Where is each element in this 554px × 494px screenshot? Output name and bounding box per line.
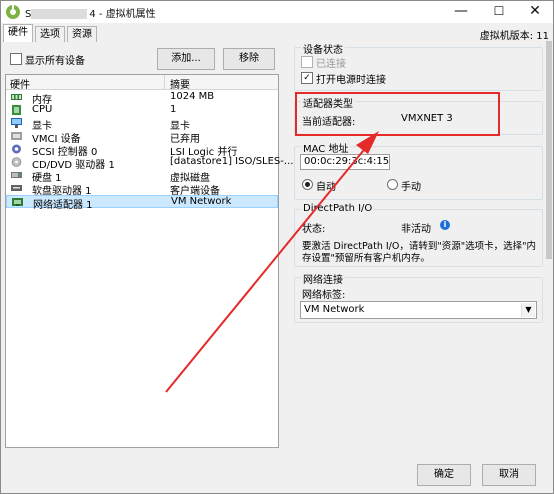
- mac-manual-radio[interactable]: [387, 179, 398, 190]
- connect-at-power-on-label: 打开电源时连接: [316, 75, 386, 86]
- cd-dvd-icon: [11, 157, 22, 167]
- hardware-row-summary: VM Network: [171, 196, 232, 207]
- ok-button[interactable]: 确定: [417, 464, 471, 486]
- window-title: S4 - 虚拟机属性: [25, 5, 156, 20]
- hardware-row-summary: 1024 MB: [170, 91, 215, 102]
- cpu-icon: [12, 105, 21, 115]
- hardware-row-summary: [datastore1] ISO/SLES-...: [170, 156, 294, 167]
- show-all-devices-checkbox[interactable]: [10, 53, 22, 65]
- hardware-list-header: 硬件 摘要: [6, 75, 278, 91]
- mac-manual-label: 手动: [401, 182, 421, 193]
- hardware-row-network-adapter[interactable]: 网络适配器 1 VM Network: [6, 195, 278, 211]
- info-icon[interactable]: i: [440, 220, 450, 230]
- hardware-row-cd-dvd[interactable]: CD/DVD 驱动器 1 [datastore1] ISO/SLES-...: [6, 156, 293, 171]
- mac-auto-label: 自动: [316, 182, 336, 193]
- column-divider: [164, 75, 165, 89]
- vm-version: 虚拟机版本: 11: [479, 31, 549, 42]
- network-label-value: VM Network: [304, 304, 365, 315]
- add-button[interactable]: 添加...: [157, 48, 215, 70]
- network-connection-title: 网络连接: [301, 271, 345, 286]
- column-header-summary[interactable]: 摘要: [170, 76, 190, 91]
- show-all-devices-label: 显示所有设备: [25, 56, 85, 67]
- network-adapter-icon: [12, 198, 23, 206]
- network-label-caption: 网络标签:: [302, 290, 346, 301]
- hardware-list: 硬件 摘要 内存 1024 MB CPU 1 显卡 显卡 VMCI 设备 已弃用…: [5, 74, 293, 448]
- properties-scrollbar[interactable]: [545, 41, 553, 259]
- cancel-button[interactable]: 取消: [482, 464, 536, 486]
- close-button[interactable]: ✕: [515, 1, 554, 23]
- vm-properties-window: S4 - 虚拟机属性 — ☐ ✕ 硬件 选项 资源 虚拟机版本: 11 显示所有…: [0, 0, 554, 494]
- hardware-row-floppy[interactable]: 软盘驱动器 1 客户端设备: [6, 182, 278, 197]
- minimize-button[interactable]: —: [441, 1, 481, 23]
- directpath-status-value: 非活动: [401, 224, 431, 235]
- connect-at-power-on-checkbox[interactable]: ✓: [301, 72, 313, 84]
- mac-address-title: MAC 地址: [301, 140, 351, 155]
- directpath-group: DirectPath I/O 状态: 非活动 i 要激活 DirectPath …: [294, 203, 543, 267]
- hardware-row-memory[interactable]: 内存 1024 MB: [6, 91, 278, 106]
- network-label-dropdown[interactable]: VM Network ▼: [300, 301, 537, 319]
- hardware-row-vmci[interactable]: VMCI 设备 已弃用: [6, 130, 278, 145]
- hard-disk-icon: [11, 172, 22, 178]
- column-header-hardware[interactable]: 硬件: [10, 76, 30, 91]
- tab-hardware[interactable]: 硬件: [3, 24, 33, 42]
- vmci-icon: [11, 132, 22, 140]
- hardware-row-name: CPU: [32, 104, 53, 115]
- connected-label: 已连接: [316, 59, 346, 70]
- directpath-title: DirectPath I/O: [301, 203, 375, 214]
- highlight-annotation-box: [295, 92, 500, 136]
- scrollbar-thumb[interactable]: [546, 41, 552, 259]
- title-bar: S4 - 虚拟机属性 — ☐ ✕: [1, 1, 553, 23]
- hardware-row-scsi-controller[interactable]: SCSI 控制器 0 LSI Logic 并行: [6, 143, 278, 158]
- tab-resources[interactable]: 资源: [67, 26, 97, 42]
- title-text: 4 - 虚拟机属性: [89, 9, 156, 20]
- tab-strip: 硬件 选项 资源 虚拟机版本: 11: [1, 24, 553, 42]
- directpath-status-label: 状态:: [302, 224, 326, 235]
- chevron-down-icon: ▼: [521, 303, 535, 317]
- mac-address-field[interactable]: 00:0c:29:3c:4:15: [300, 154, 390, 170]
- connected-checkbox[interactable]: [301, 56, 313, 68]
- scsi-controller-icon: [12, 144, 21, 154]
- maximize-button[interactable]: ☐: [479, 1, 519, 23]
- hardware-row-name: 网络适配器 1: [33, 200, 93, 211]
- tab-options[interactable]: 选项: [35, 26, 65, 42]
- network-connection-group: 网络连接 网络标签: VM Network ▼: [294, 271, 543, 323]
- memory-icon: [11, 94, 22, 100]
- hardware-row-summary: 1: [170, 104, 177, 115]
- floppy-drive-icon: [11, 185, 22, 191]
- hardware-row-video-card[interactable]: 显卡 显卡: [6, 117, 278, 132]
- remove-button[interactable]: 移除: [223, 48, 275, 70]
- mac-address-group: MAC 地址 00:0c:29:3c:4:15 自动 手动: [294, 140, 543, 200]
- mac-auto-radio[interactable]: [302, 179, 313, 190]
- directpath-description-line2: 存设置"预留所有客户机内存。: [302, 253, 430, 264]
- video-card-icon: [11, 118, 22, 128]
- device-status-title: 设备状态: [301, 41, 345, 56]
- vsphere-app-icon: [6, 5, 20, 19]
- hardware-row-hard-disk[interactable]: 硬盘 1 虚拟磁盘: [6, 169, 278, 184]
- device-status-group: 设备状态 已连接 ✓ 打开电源时连接: [294, 41, 543, 91]
- redacted-name-block: [31, 9, 88, 19]
- hardware-row-cpu[interactable]: CPU 1: [6, 104, 278, 117]
